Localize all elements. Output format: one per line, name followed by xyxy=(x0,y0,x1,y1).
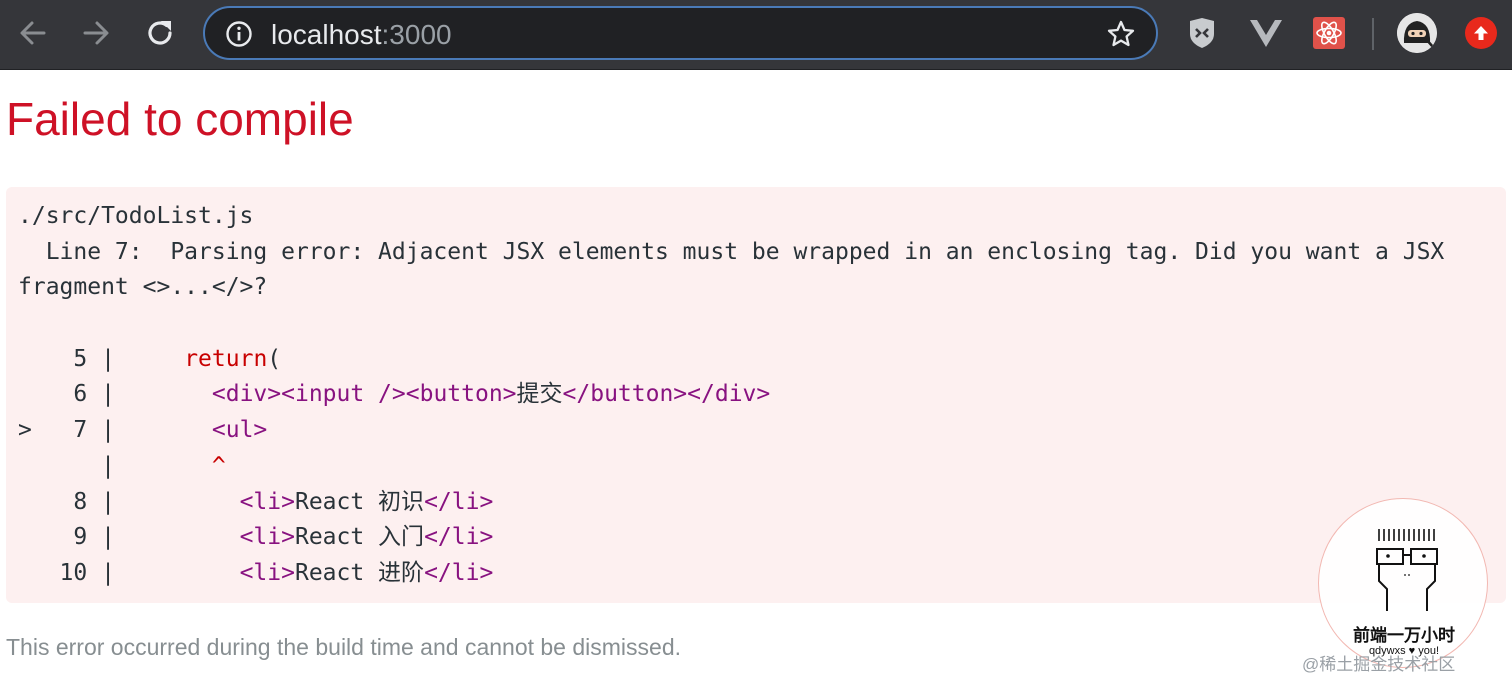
line-marker xyxy=(18,524,46,550)
address-bar[interactable]: localhost:3000 xyxy=(203,6,1158,60)
line-marker xyxy=(18,346,46,372)
code-tag: </li> xyxy=(424,488,494,515)
back-button[interactable] xyxy=(13,13,53,53)
gutter-separator: | xyxy=(87,452,115,479)
ninja-avatar-icon xyxy=(1397,13,1437,53)
error-details: ./src/TodoList.js Line 7: Parsing error:… xyxy=(6,187,1506,603)
code-text: ( xyxy=(267,345,282,372)
react-devtools-extension-button[interactable] xyxy=(1311,15,1347,51)
gutter-separator: | xyxy=(87,345,115,372)
code-tag: </li> xyxy=(424,524,494,551)
code-tag: <li> xyxy=(239,559,295,586)
url-text[interactable]: localhost:3000 xyxy=(271,20,452,50)
profile-avatar[interactable] xyxy=(1397,13,1437,53)
code-frame-line: 9 | <li>React 入门</li> xyxy=(18,520,1444,556)
error-title: Failed to compile xyxy=(6,93,354,145)
arrow-right-icon xyxy=(83,21,109,45)
line-marker xyxy=(18,453,46,479)
ghostery-extension-button[interactable] xyxy=(1184,15,1220,51)
info-icon[interactable] xyxy=(225,20,253,48)
browser-toolbar: localhost:3000 xyxy=(0,0,1512,70)
code-keyword: return xyxy=(184,345,268,372)
code-frame-line: > 7 | <ul> xyxy=(18,413,1444,449)
gutter-separator: | xyxy=(87,559,115,586)
arrow-left-icon xyxy=(20,21,46,45)
build-error-note: This error occurred during the build tim… xyxy=(6,634,682,660)
code-frame-line: 6 | <div><input /><button>提交</button></d… xyxy=(18,377,1444,413)
watermark-badge: 前端一万小时 qdywxs ♥ you! xyxy=(1318,498,1488,668)
ghostery-icon xyxy=(1190,18,1214,48)
line-number xyxy=(46,453,88,479)
update-arrow-icon xyxy=(1474,26,1488,40)
code-frame-line: | ^ xyxy=(18,449,1444,485)
update-button[interactable] xyxy=(1465,17,1497,49)
code-text: React 初识 xyxy=(294,488,425,515)
code-tag: </button></div> xyxy=(562,381,771,408)
code-text: 提交 xyxy=(516,381,563,408)
toolbar-divider xyxy=(1372,18,1374,50)
error-code-block: ./src/TodoList.js Line 7: Parsing error:… xyxy=(18,199,1444,592)
line-marker: > xyxy=(18,417,46,444)
error-caret: ^ xyxy=(211,452,226,479)
line-marker xyxy=(18,381,46,407)
forward-button[interactable] xyxy=(76,13,116,53)
gutter-separator: | xyxy=(87,488,115,515)
gutter-separator: | xyxy=(87,524,115,551)
url-host: localhost xyxy=(271,19,382,50)
line-number: 5 xyxy=(45,345,88,372)
line-number: 9 xyxy=(45,524,88,551)
line-number: 10 xyxy=(45,559,88,586)
code-frame-line: 8 | <li>React 初识</li> xyxy=(18,485,1444,521)
gutter-separator: | xyxy=(87,417,115,444)
site-watermark: @稀土掘金技术社区 xyxy=(1302,655,1456,674)
line-marker xyxy=(18,560,46,586)
vue-devtools-icon xyxy=(1250,20,1282,47)
code-frame-line: 10 | <li>React 进阶</li> xyxy=(18,556,1444,592)
line-number: 6 xyxy=(45,381,88,408)
badge-title: 前端一万小时 xyxy=(1353,626,1455,645)
code-text: React 进阶 xyxy=(294,559,425,586)
code-tag: </li> xyxy=(424,559,494,586)
gutter-separator: | xyxy=(87,381,115,408)
code-tag: <ul> xyxy=(211,417,268,444)
error-message-line: fragment <>...</>? xyxy=(18,274,268,301)
error-file-path: ./src/TodoList.js xyxy=(18,203,254,229)
code-frame-line: 5 | return( xyxy=(18,342,1444,378)
code-frame: 5 | return( 6 | <div><input /><button>提交… xyxy=(18,342,1444,592)
reload-button[interactable] xyxy=(140,13,180,53)
star-icon[interactable] xyxy=(1106,19,1136,49)
code-tag: <li> xyxy=(239,524,295,551)
line-marker xyxy=(18,489,46,515)
reload-icon xyxy=(148,21,172,45)
code-tag: <li> xyxy=(239,488,295,515)
line-number: 7 xyxy=(45,417,88,444)
react-devtools-icon xyxy=(1313,17,1345,49)
vue-devtools-extension-button[interactable] xyxy=(1248,15,1284,51)
code-text: React 入门 xyxy=(294,524,425,551)
line-number: 8 xyxy=(45,488,88,515)
code-tag: <div><input /><button> xyxy=(211,381,517,408)
url-port: :3000 xyxy=(381,19,452,50)
error-message-line: Line 7: Parsing error: Adjacent JSX elem… xyxy=(18,238,1445,265)
